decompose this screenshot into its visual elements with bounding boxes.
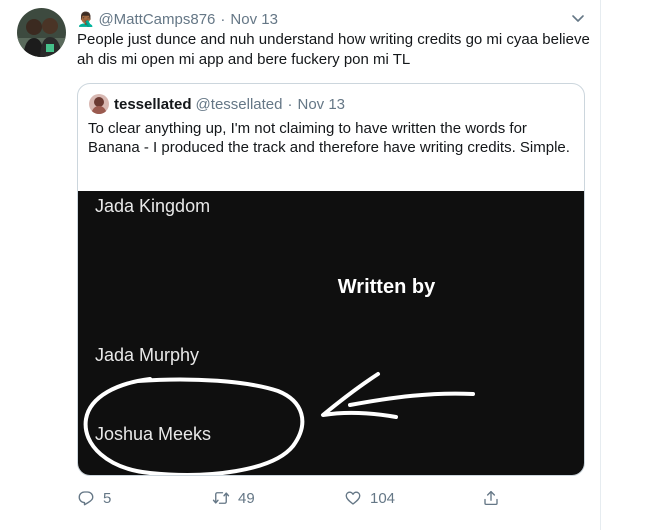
avatar[interactable]: [17, 8, 66, 57]
quoted-tweet-header: tessellated @tessellated · Nov 13: [89, 94, 345, 114]
retweet-count: 49: [238, 489, 255, 507]
quoted-tweet[interactable]: tessellated @tessellated · Nov 13 To cle…: [77, 83, 585, 476]
quoted-tweet-text: To clear anything up, I'm not claiming t…: [88, 120, 570, 156]
quoted-avatar[interactable]: [89, 94, 109, 114]
like-button[interactable]: 104: [344, 489, 395, 507]
like-count: 104: [370, 489, 396, 507]
tweet-header: 🤦🏾‍♂️ @MattCamps876 · Nov 13: [77, 9, 278, 29]
separator: ·: [287, 95, 293, 113]
quoted-media-image[interactable]: Jada Kingdom Written by Jada Murphy Josh…: [78, 191, 584, 475]
chevron-down-icon[interactable]: [570, 10, 586, 26]
tweet[interactable]: 🤦🏾‍♂️ @MattCamps876 · Nov 13 People just…: [0, 0, 601, 530]
quoted-date[interactable]: Nov 13: [298, 96, 346, 113]
heart-icon: [345, 491, 361, 505]
author-handle[interactable]: @MattCamps876: [98, 11, 215, 28]
tweet-actions: 5 49 104: [77, 489, 498, 511]
scribble-annotation: [83, 372, 475, 475]
reply-button[interactable]: 5: [77, 489, 111, 507]
separator: ·: [220, 10, 226, 28]
share-icon: [484, 490, 498, 506]
retweet-icon: [212, 492, 230, 504]
quoted-handle[interactable]: @tessellated: [196, 96, 283, 113]
author-emoji: 🤦🏾‍♂️: [77, 10, 95, 27]
quoted-display-name[interactable]: tessellated: [114, 96, 192, 113]
tweet-text: People just dunce and nuh understand how…: [77, 31, 590, 68]
reply-count: 5: [103, 489, 112, 507]
share-button[interactable]: [482, 489, 508, 507]
reply-icon: [78, 491, 94, 506]
retweet-button[interactable]: 49: [212, 489, 255, 507]
tweet-date[interactable]: Nov 13: [230, 11, 278, 28]
